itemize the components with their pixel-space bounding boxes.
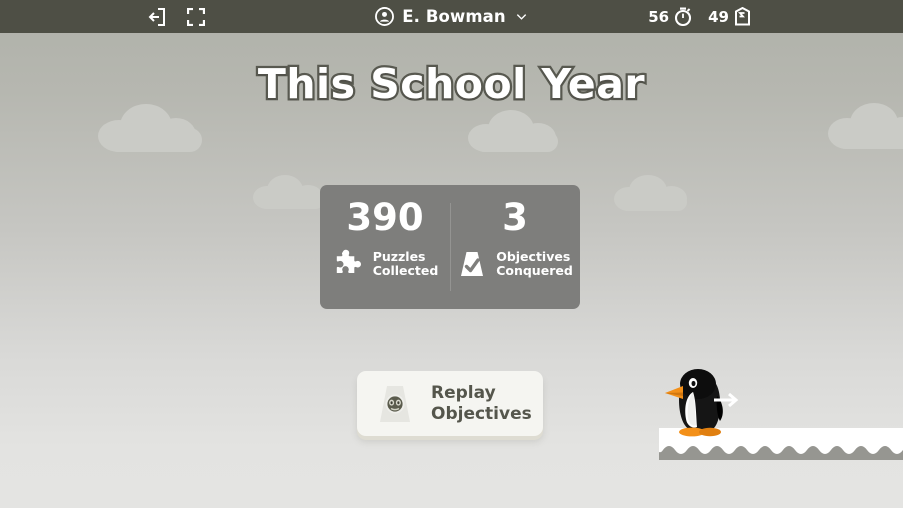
badge-token-icon <box>734 7 751 26</box>
topbar-stats: 56 49 <box>648 0 751 33</box>
cloud-decoration <box>614 175 692 211</box>
stat-label-line2: Collected <box>372 263 439 278</box>
chevron-down-icon[interactable] <box>515 10 528 23</box>
stat-value: 390 <box>346 196 424 239</box>
cloud-decoration <box>828 103 903 149</box>
account-menu[interactable]: E. Bowman <box>0 0 903 33</box>
account-name-label: E. Bowman <box>402 7 506 26</box>
stat-label-line2: Conquered <box>496 263 573 278</box>
page-title: This School Year <box>256 58 647 111</box>
stat-label-group: Puzzles Collected <box>332 248 439 280</box>
arrow-right-icon <box>712 389 742 411</box>
top-navigation-bar: E. Bowman 56 49 <box>0 0 903 33</box>
stat-label-line1: Puzzles <box>372 249 426 264</box>
stat-label: Objectives Conquered <box>496 250 573 278</box>
stat-objectives-conquered: 3 Objectives Conquered <box>450 185 580 309</box>
stat-puzzles-collected: 390 Puzzles Collected <box>320 185 450 309</box>
timer-stat[interactable]: 56 <box>648 7 692 26</box>
stat-label: Puzzles Collected <box>373 250 439 278</box>
cloud-decoration <box>468 110 564 152</box>
game-summary-screen: E. Bowman 56 49 This School Year 390 Puz… <box>0 0 903 508</box>
token-value: 49 <box>708 7 729 26</box>
objective-mask-icon <box>373 381 417 427</box>
puzzle-piece-icon <box>332 248 364 280</box>
stat-label-line1: Objectives <box>496 249 571 264</box>
replay-button-label: Replay Objectives <box>431 383 532 425</box>
replay-label-line2: Objectives <box>431 403 532 424</box>
season-stats-card: 390 Puzzles Collected 3 Objectives Conqu… <box>320 185 580 309</box>
cloud-decoration <box>253 175 329 209</box>
replay-objectives-button[interactable]: Replay Objectives <box>357 371 543 436</box>
account-circle-icon <box>375 7 395 26</box>
stat-value: 3 <box>502 196 528 239</box>
replay-label-line1: Replay <box>431 382 496 403</box>
timer-value: 56 <box>648 7 670 26</box>
stopwatch-icon <box>674 7 692 26</box>
token-stat[interactable]: 49 <box>708 7 751 26</box>
cloud-decoration <box>98 104 208 152</box>
objective-check-icon <box>457 248 487 280</box>
stat-label-group: Objectives Conquered <box>457 248 573 280</box>
